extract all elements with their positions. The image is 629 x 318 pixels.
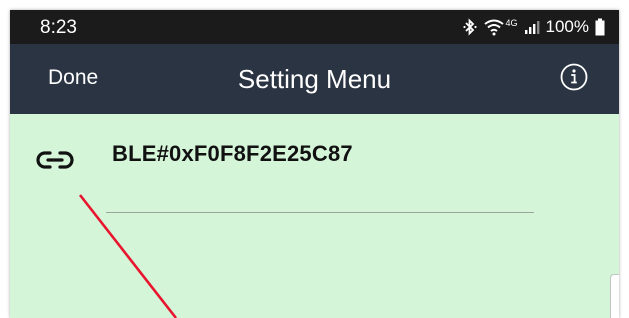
signal-icon	[524, 19, 540, 35]
scrollbar[interactable]	[610, 274, 619, 318]
navigation-bar: Done Setting Menu	[10, 44, 619, 114]
battery-icon	[595, 18, 605, 36]
settings-content: BLE#0xF0F8F2E25C87	[10, 114, 619, 318]
status-icons: 4G 100%	[462, 15, 606, 39]
battery-percent: 100%	[545, 17, 589, 36]
divider	[106, 212, 534, 213]
network-type: 4G	[505, 18, 518, 28]
link-icon	[36, 148, 74, 172]
phone-screen: 8:23 4G 100% Done Setting Menu BLE#0xF0F…	[10, 10, 619, 318]
info-icon[interactable]	[559, 62, 589, 92]
wifi-icon	[483, 18, 504, 36]
device-list-item[interactable]: BLE#0xF0F8F2E25C87	[10, 114, 619, 214]
page-title: Setting Menu	[237, 64, 392, 94]
device-name: BLE#0xF0F8F2E25C87	[112, 141, 353, 166]
bluetooth-icon	[462, 18, 478, 36]
status-bar: 8:23 4G 100%	[10, 10, 619, 44]
status-time: 8:23	[40, 17, 77, 38]
